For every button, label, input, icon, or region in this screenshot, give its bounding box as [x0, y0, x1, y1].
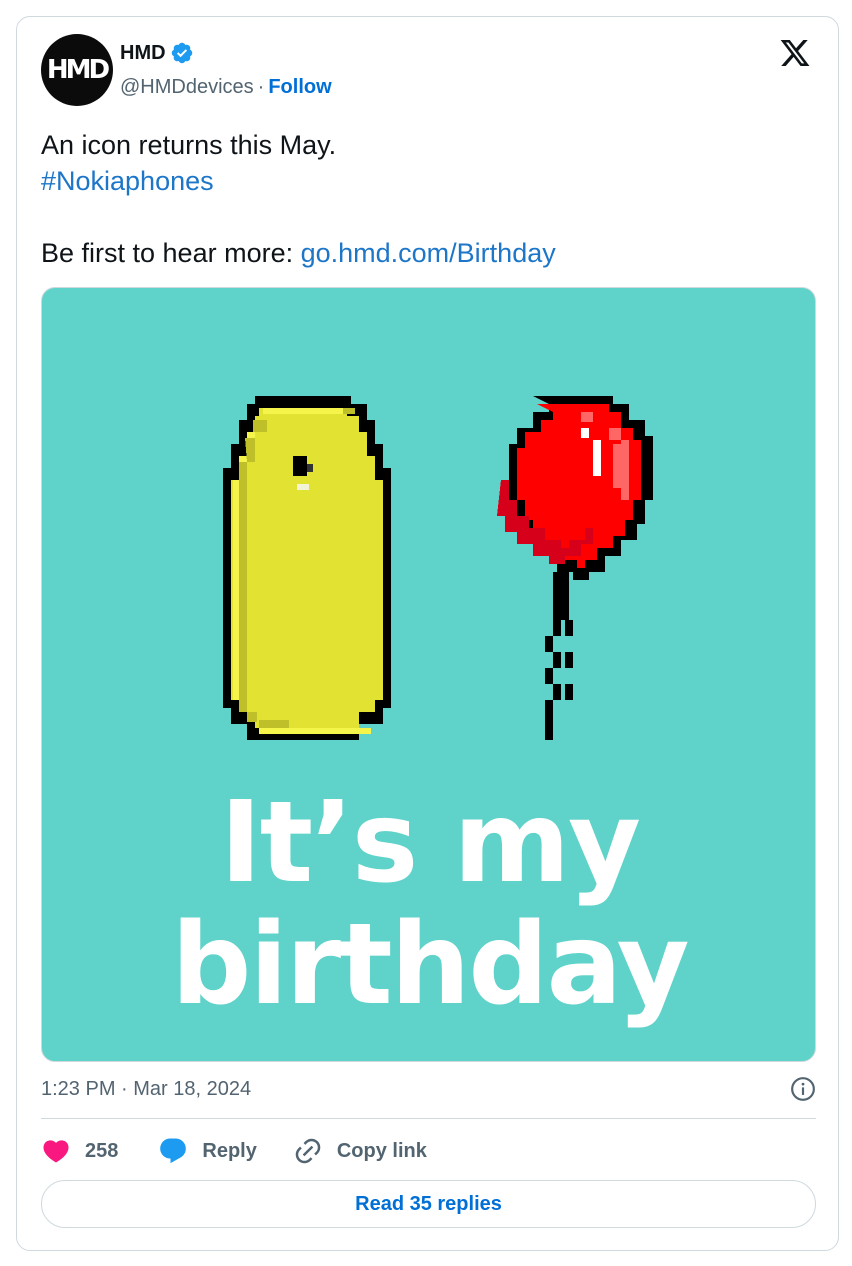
handle-separator: ·: [257, 76, 265, 98]
read-replies-button[interactable]: Read 35 replies: [41, 1180, 816, 1228]
divider: [41, 1118, 816, 1119]
hashtag-link[interactable]: #Nokiaphones: [41, 163, 821, 199]
headline-line-1: It’s my: [219, 778, 641, 908]
meta-row: 1:23 PM · Mar 18, 2024: [41, 1074, 816, 1104]
pixel-phone-icon: [223, 396, 391, 740]
reply-button[interactable]: Reply: [158, 1136, 257, 1166]
verified-badge-icon: [171, 42, 192, 64]
tweet-line-3-prefix: Be first to hear more:: [41, 238, 301, 268]
like-count: 258: [85, 1139, 119, 1162]
tweet-text: An icon returns this May. #Nokiaphones B…: [41, 127, 821, 271]
heart-icon: [43, 1140, 69, 1163]
display-name[interactable]: HMD: [120, 42, 166, 65]
copy-link-button[interactable]: Copy link: [293, 1136, 427, 1166]
avatar-logo: HMD: [46, 55, 110, 85]
follow-button[interactable]: Follow: [268, 76, 331, 99]
tweet-media-image[interactable]: It’s my birthday: [41, 287, 816, 1062]
timestamp[interactable]: 1:23 PM · Mar 18, 2024: [41, 1078, 251, 1101]
like-button[interactable]: 258: [41, 1136, 118, 1166]
author-name-row: HMD: [120, 41, 194, 65]
copy-link-label: Copy link: [336, 1139, 427, 1162]
info-icon[interactable]: [790, 1076, 816, 1102]
tweet-line-3: Be first to hear more: go.hmd.com/Birthd…: [41, 235, 821, 271]
action-bar: 258 Reply Copy link: [41, 1133, 427, 1169]
handle[interactable]: @HMDdevices: [120, 76, 254, 99]
reply-bubble-icon: [160, 1138, 187, 1164]
embedded-tweet-card: HMD HMD @HMDdevices · Follow An icon ret…: [16, 16, 839, 1251]
handle-row: @HMDdevices · Follow: [120, 76, 332, 99]
birthday-link[interactable]: go.hmd.com/Birthday: [301, 238, 556, 268]
headline-line-2: birthday: [171, 900, 689, 1030]
x-logo-icon[interactable]: [778, 37, 812, 69]
reply-label: Reply: [202, 1139, 257, 1162]
tweet-line-1: An icon returns this May.: [41, 130, 337, 160]
avatar[interactable]: HMD: [41, 34, 113, 106]
link-icon: [295, 1138, 321, 1164]
pixel-balloon-icon: [497, 396, 653, 740]
